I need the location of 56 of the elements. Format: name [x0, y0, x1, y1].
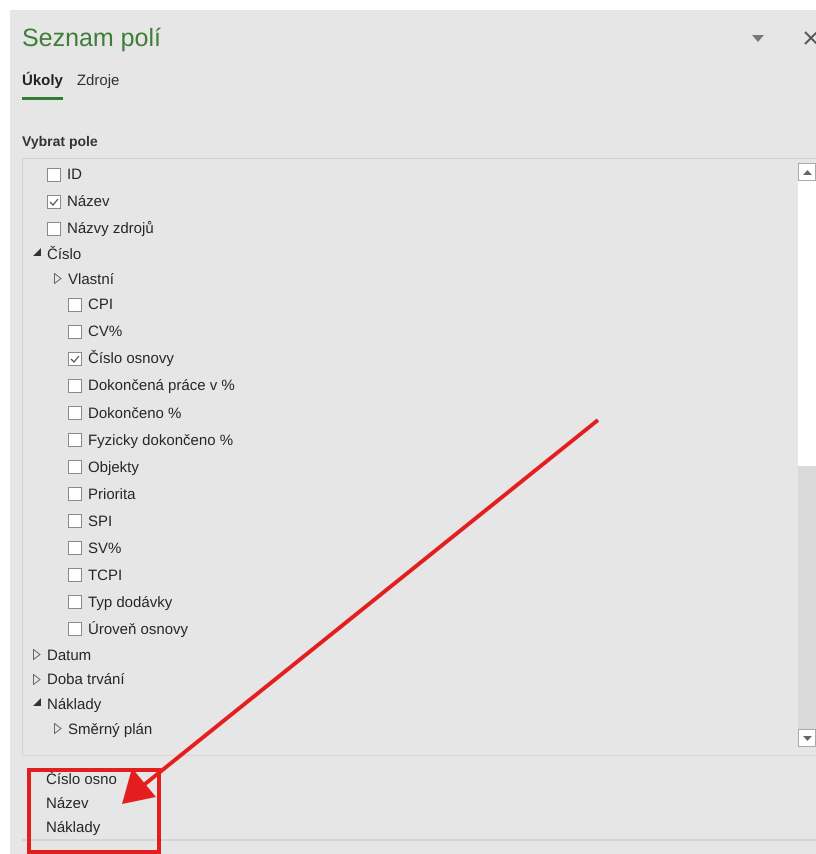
checkbox[interactable]	[47, 194, 61, 209]
field-label[interactable]: SPI	[88, 512, 112, 530]
field-label[interactable]: Úroveň osnovy	[88, 620, 188, 638]
field-label[interactable]: Objekty	[88, 458, 139, 476]
section-label: Vybrat pole	[22, 133, 99, 151]
collapsed-triangle-icon[interactable]	[54, 272, 62, 284]
checkbox[interactable]	[68, 352, 82, 366]
checkbox[interactable]	[68, 406, 82, 420]
pane-title: Seznam polí	[22, 24, 162, 52]
field-label[interactable]: SV%	[88, 540, 122, 557]
dropdown-icon[interactable]	[752, 34, 764, 42]
selected-field[interactable]: Číslo osno	[22, 768, 117, 792]
close-icon[interactable]	[804, 31, 816, 45]
field-label[interactable]: Priorita	[88, 486, 136, 503]
field-label[interactable]: Typ dodávky	[88, 594, 172, 611]
field-label[interactable]: CPI	[88, 296, 114, 314]
group-label[interactable]: Směrný plán	[68, 720, 152, 738]
field-label[interactable]: ID	[67, 166, 82, 184]
group-label[interactable]: Vlastní	[68, 270, 114, 288]
field-label[interactable]: Číslo osnovy	[88, 350, 174, 368]
group-label[interactable]: Datum	[47, 646, 92, 664]
checkbox[interactable]	[68, 433, 82, 448]
collapsed-triangle-icon[interactable]	[33, 648, 41, 660]
field-label[interactable]: Dokončeno %	[88, 404, 182, 422]
checkbox[interactable]	[68, 324, 82, 339]
expanded-triangle-icon[interactable]	[33, 698, 41, 706]
field-label[interactable]: Názvy zdrojů	[67, 220, 154, 238]
collapsed-triangle-icon[interactable]	[54, 722, 62, 734]
selected-field[interactable]: Název	[22, 792, 89, 816]
group-label[interactable]: Náklady	[47, 696, 102, 713]
group-label[interactable]: Číslo	[47, 246, 82, 263]
checkbox[interactable]	[68, 541, 82, 556]
checkbox[interactable]	[68, 595, 82, 610]
field-label[interactable]: Název	[67, 193, 110, 210]
collapsed-triangle-icon[interactable]	[33, 674, 41, 685]
scroll-thumb[interactable]	[798, 181, 816, 466]
tab[interactable]: Úkoly	[22, 64, 63, 100]
expanded-triangle-icon[interactable]	[33, 248, 41, 256]
scroll-down-icon[interactable]	[798, 729, 816, 747]
field-label[interactable]: Fyzicky dokončeno %	[88, 432, 234, 449]
checkbox[interactable]	[68, 514, 82, 528]
group-label[interactable]: Doba trvání	[47, 671, 125, 688]
checkbox[interactable]	[68, 622, 82, 636]
tab[interactable]: Zdroje	[76, 64, 120, 100]
checkbox[interactable]	[68, 378, 82, 393]
field-label[interactable]: TCPI	[88, 566, 122, 584]
field-label[interactable]: CV%	[88, 323, 122, 340]
checkbox[interactable]	[68, 298, 82, 312]
checkbox[interactable]	[68, 568, 82, 582]
scroll-up-icon[interactable]	[798, 163, 816, 181]
checkbox[interactable]	[47, 222, 61, 236]
checkbox[interactable]	[47, 168, 61, 182]
selected-field[interactable]: Náklady	[22, 816, 100, 840]
checkbox[interactable]	[68, 460, 82, 474]
checkbox[interactable]	[68, 487, 82, 502]
field-label[interactable]: Dokončená práce v %	[88, 377, 235, 394]
